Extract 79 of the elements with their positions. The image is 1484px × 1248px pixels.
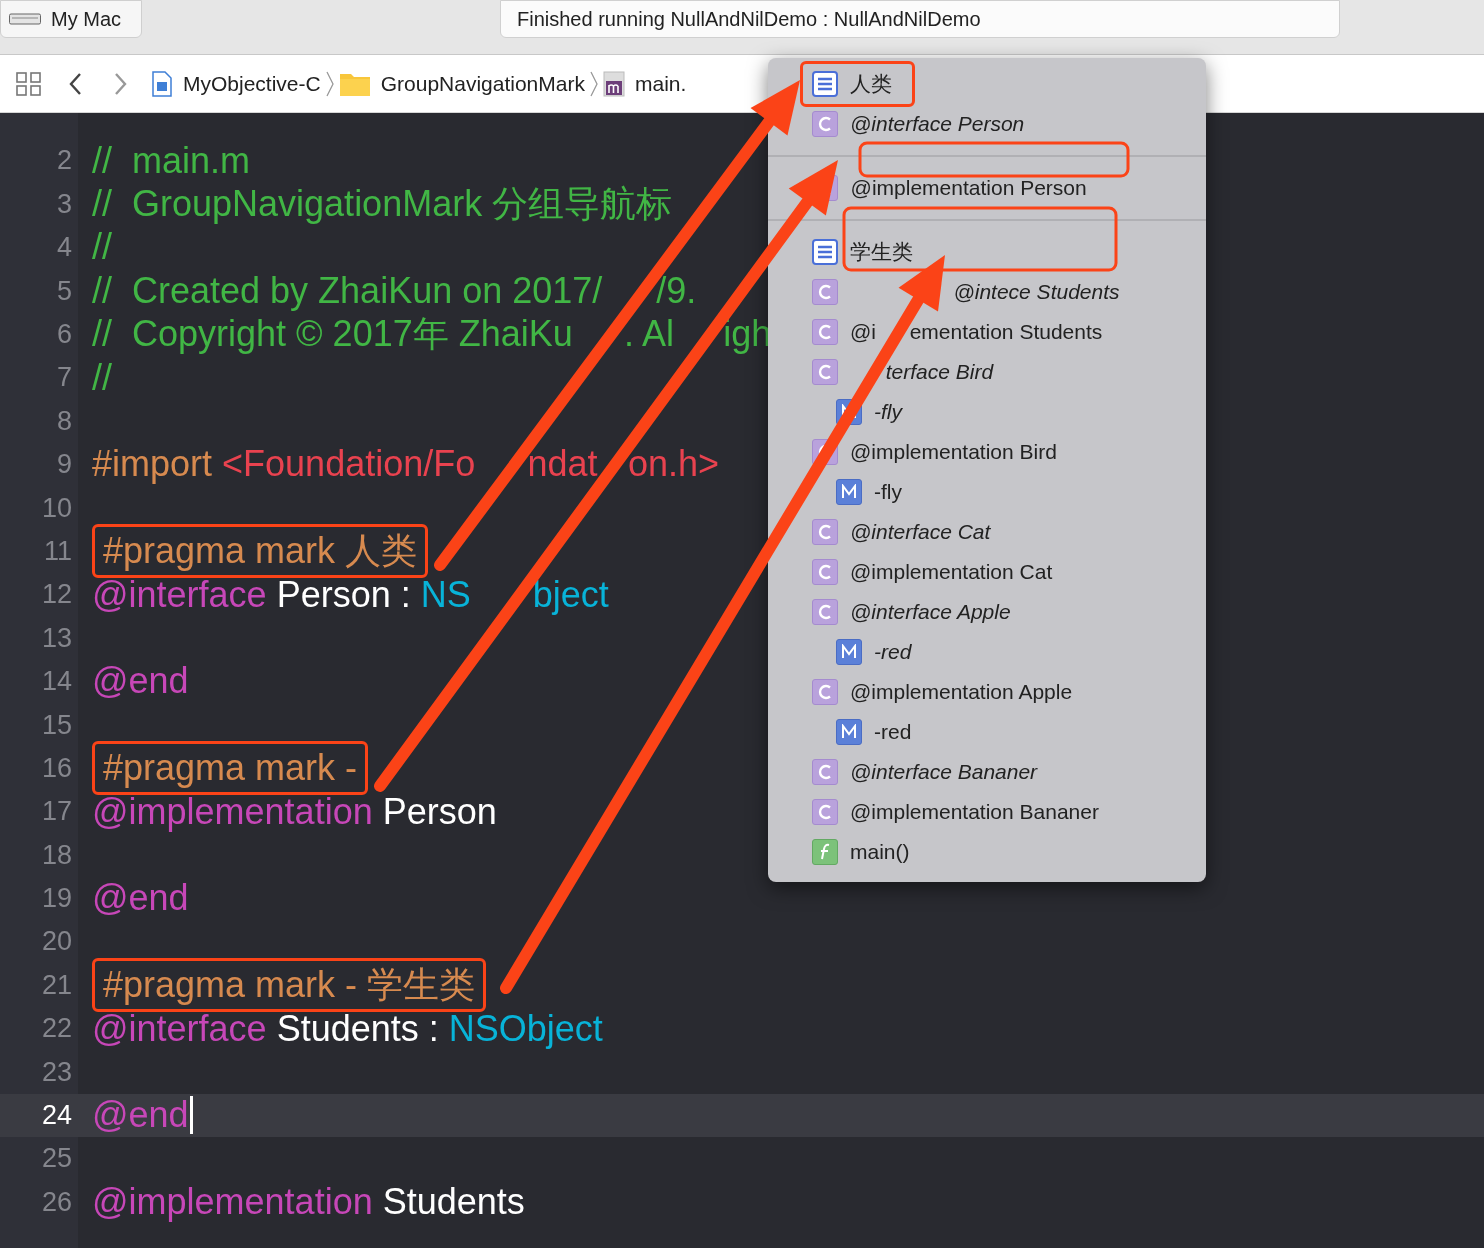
code-line: //	[92, 359, 112, 396]
symbol-menu-item[interactable]: @i ementation Students	[850, 316, 1103, 348]
line-number: 4	[55, 231, 72, 265]
chevron-icon	[588, 69, 599, 98]
line-number: 23	[40, 1055, 72, 1089]
code-line: @interface Students : NSObject	[92, 1010, 603, 1047]
scheme-name: My Mac	[51, 7, 121, 32]
jump-bar-item[interactable]: MyObjective-C	[151, 67, 321, 100]
function-icon	[812, 839, 838, 865]
line-number: 5	[55, 274, 72, 308]
line-number: 11	[42, 534, 72, 568]
symbol-menu-item[interactable]: @implementation Bananer	[850, 796, 1099, 828]
text-cursor	[189, 1096, 193, 1135]
line-number: 18	[40, 838, 72, 872]
line-number: 26	[40, 1185, 72, 1219]
source-file-icon	[602, 70, 625, 97]
symbol-menu-item[interactable]: @interface Person	[850, 108, 1025, 140]
line-number: 2	[55, 144, 72, 178]
code-line: @end	[92, 880, 189, 917]
code-line: @end	[92, 1096, 193, 1135]
list-icon	[812, 239, 838, 265]
line-number: 16	[40, 751, 72, 785]
line-number: 24	[40, 1099, 72, 1133]
line-number: 19	[40, 882, 72, 916]
method-icon	[836, 639, 862, 665]
method-icon	[836, 719, 862, 745]
scheme-selector[interactable]: My Mac	[0, 0, 142, 38]
code-line: // main.m	[92, 142, 251, 179]
computer-icon	[9, 13, 41, 25]
line-number: 14	[40, 665, 72, 699]
line-number: 15	[40, 708, 72, 742]
line-number: 25	[40, 1142, 72, 1176]
code-line: //	[92, 229, 112, 266]
symbol-menu-item[interactable]: @implementation Person	[850, 172, 1087, 204]
line-number: 20	[40, 925, 72, 959]
code-line: @end	[92, 663, 189, 700]
forward-icon[interactable]	[113, 71, 127, 96]
back-icon[interactable]	[69, 71, 83, 96]
symbol-menu-item[interactable]: @interface Bananer	[850, 756, 1038, 788]
symbol-menu-item[interactable]: 学生类	[850, 236, 913, 268]
symbol-menu-item[interactable]: @implementation Cat	[850, 556, 1053, 588]
line-number: 21	[40, 968, 72, 1002]
code-line: // Copyright © 2017年 ZhaiKu . Al igh	[92, 316, 772, 353]
symbol-menu-item[interactable]: 人类	[850, 68, 892, 100]
line-number: 10	[40, 491, 72, 525]
jump-bar-item[interactable]: GroupNavigationMark	[338, 67, 585, 100]
project-file-icon	[151, 70, 173, 97]
line-number: 17	[40, 795, 72, 829]
symbol-menu-item[interactable]: @intece Students	[850, 276, 1120, 308]
code-line: @implementation Person	[92, 793, 497, 830]
line-number: 22	[40, 1012, 72, 1046]
grid-icon[interactable]	[15, 70, 43, 97]
symbol-menu-item[interactable]: @implementation Apple	[850, 676, 1073, 708]
method-icon	[836, 479, 862, 505]
line-number: 12	[40, 578, 72, 612]
line-number: 3	[55, 187, 72, 221]
jump-bar-item[interactable]: main.	[602, 67, 687, 100]
symbol-menu-item[interactable]: main()	[850, 836, 910, 868]
line-number: 7	[55, 361, 72, 395]
chevron-icon	[324, 69, 335, 98]
symbol-menu-item[interactable]: terface Bird	[850, 356, 994, 388]
symbol-menu-item[interactable]: @interface Apple	[850, 596, 1011, 628]
symbol-menu-item[interactable]: -fly	[874, 476, 902, 508]
code-line: @implementation Students	[92, 1184, 525, 1221]
symbol-menu-item[interactable]: @implementation Bird	[850, 436, 1057, 468]
line-number: 13	[40, 621, 72, 655]
symbol-menu-item[interactable]: -fly	[874, 396, 902, 428]
symbol-menu-item[interactable]: @interface Cat	[850, 516, 991, 548]
symbol-menu-item[interactable]: -red	[874, 716, 912, 748]
list-icon	[812, 71, 838, 97]
line-number: 9	[55, 448, 72, 482]
line-number: 8	[55, 404, 72, 438]
line-number: 6	[55, 318, 72, 351]
code-line: // GroupNavigationMark 分组导航标	[92, 186, 673, 223]
code-line: @interface Person : NS bject	[92, 576, 609, 613]
code-line: #import <Foundation/Fo ndat on.h>	[92, 446, 720, 483]
code-line: // Created by ZhaiKun on 2017/ /9.	[92, 272, 697, 309]
symbol-menu-item[interactable]: -red	[874, 636, 912, 668]
status-field: Finished running NullAndNilDemo : NullAndNilDemo	[500, 0, 1340, 38]
